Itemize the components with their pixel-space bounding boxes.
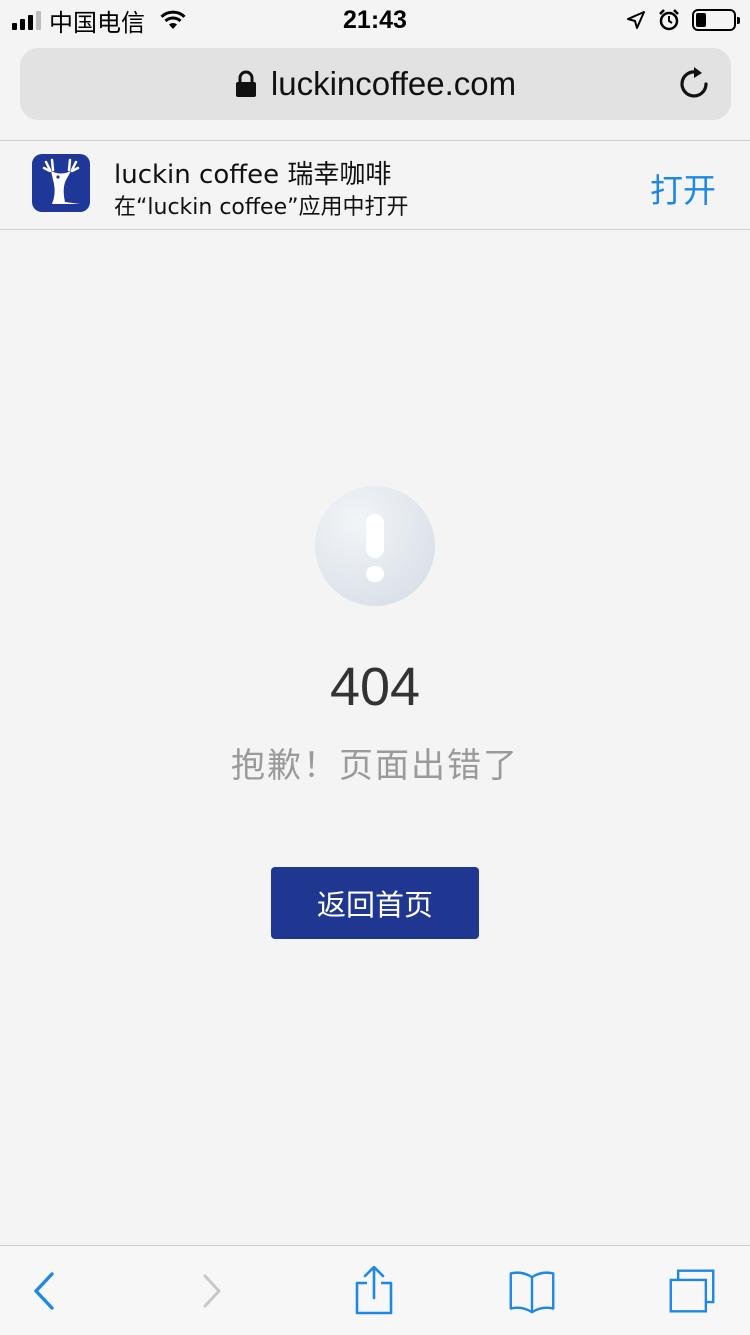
alarm-icon: [659, 9, 679, 31]
forward-icon[interactable]: [188, 1266, 236, 1316]
share-icon[interactable]: [350, 1266, 398, 1316]
url-display[interactable]: luckincoffee.com: [20, 48, 731, 120]
tabs-icon[interactable]: [668, 1266, 716, 1316]
address-bar[interactable]: luckincoffee.com: [20, 48, 731, 120]
url-text[interactable]: luckincoffee.com: [271, 65, 516, 103]
error-code: 404: [329, 657, 421, 717]
reload-icon[interactable]: [675, 64, 715, 104]
status-bar: 中国电信 21:43: [0, 0, 750, 40]
exclamation-icon: [315, 486, 435, 606]
lock-icon: [235, 70, 256, 97]
battery-icon: [692, 9, 740, 31]
bookmarks-icon[interactable]: [508, 1266, 556, 1316]
back-icon[interactable]: [20, 1266, 68, 1316]
status-right: [626, 6, 740, 34]
open-app-button[interactable]: 打开: [650, 164, 716, 212]
back-to-home-button[interactable]: 返回首页: [271, 867, 479, 939]
app-subtitle: 在“luckin coffee”应用中打开: [114, 195, 409, 220]
location-icon: [627, 11, 645, 29]
deer-logo-icon: [32, 154, 90, 212]
app-name: luckin coffee 瑞幸咖啡: [114, 160, 392, 190]
error-message: 抱歉！页面出错了: [231, 746, 519, 786]
